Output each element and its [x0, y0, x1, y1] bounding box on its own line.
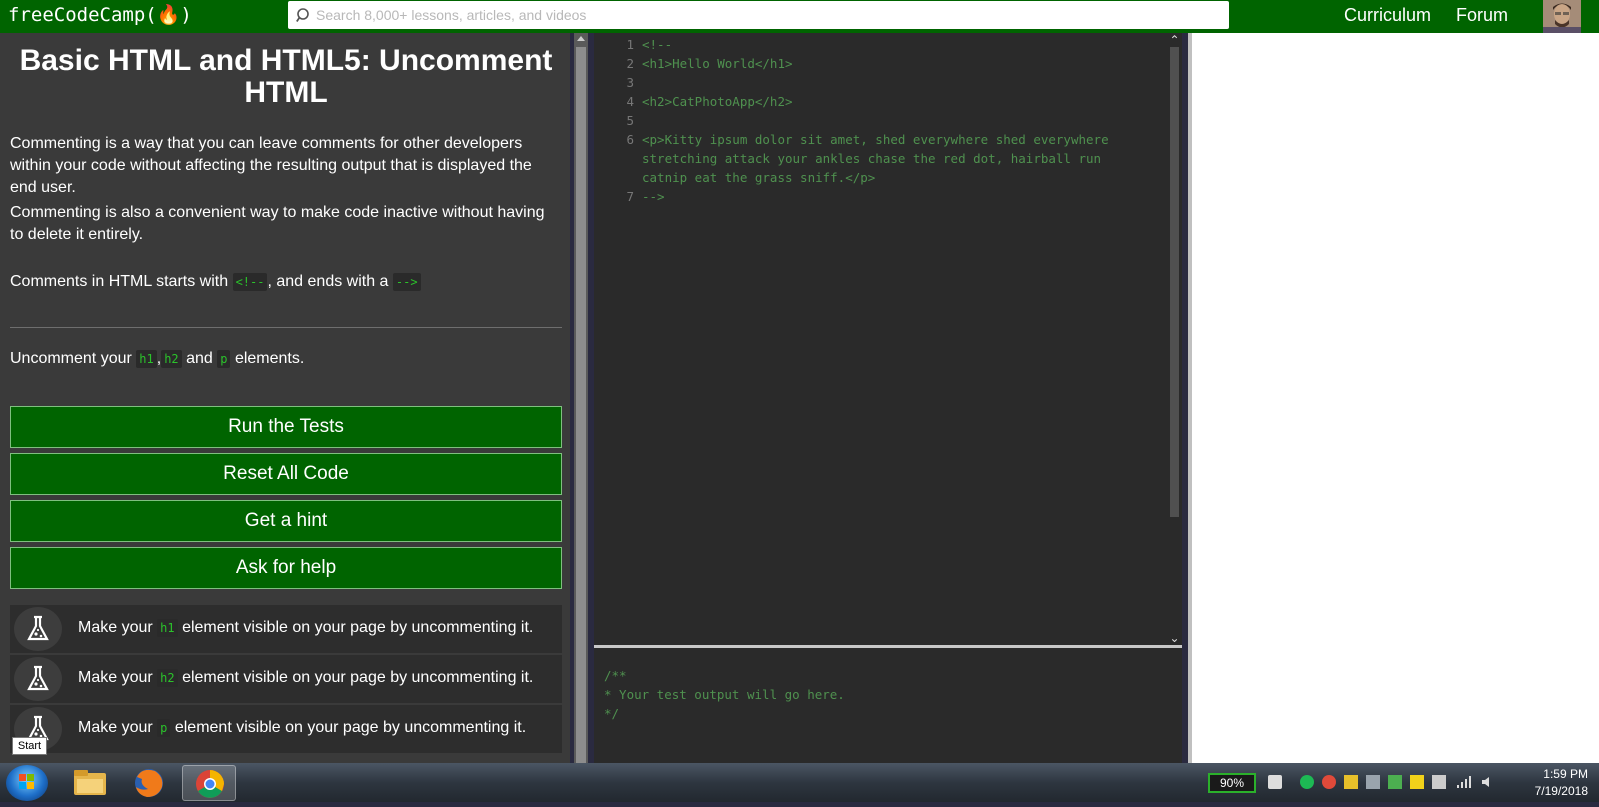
test-code: h1: [157, 619, 178, 637]
power-plug-icon[interactable]: [1268, 775, 1282, 789]
test-output-panel: /** * Your test output will go here. */: [594, 648, 1182, 763]
signal-strength-icon[interactable]: [1456, 775, 1472, 789]
output-line: */: [604, 706, 620, 721]
editor-scrollbar-thumb[interactable]: [1170, 47, 1179, 517]
line-number: 2: [626, 56, 634, 71]
section-divider: [10, 327, 562, 328]
line-code[interactable]: catnip eat the grass sniff.</p>: [642, 168, 875, 187]
user-avatar-image: [1543, 0, 1581, 33]
run-tests-button[interactable]: Run the Tests: [10, 406, 562, 448]
system-tray: 90% 1:59 PM 7/19/2018: [1192, 763, 1599, 802]
test-item: Make your h1 element visible on your pag…: [10, 605, 562, 653]
test-text: Make your h2 element visible on your pag…: [78, 669, 533, 687]
green-circle-icon[interactable]: [1300, 775, 1314, 789]
line-code[interactable]: -->: [642, 187, 665, 206]
code-open-comment: <!--: [232, 273, 268, 291]
test-code: p: [157, 719, 171, 737]
line-code[interactable]: <!--: [642, 35, 672, 54]
test-suffix: element visible on your page by uncommen…: [182, 669, 534, 686]
challenge-instruction: Uncomment your h1, h2 and p elements.: [10, 348, 562, 370]
test-prefix: Make your: [78, 669, 153, 686]
nav-link-forum[interactable]: Forum: [1456, 5, 1508, 26]
line-code[interactable]: <h1>Hello World</h1>: [642, 54, 793, 73]
line-number: 3: [626, 75, 634, 90]
scrollbar-thumb[interactable]: [576, 47, 586, 763]
search-input[interactable]: [316, 2, 1216, 28]
firefox-icon[interactable]: [122, 765, 176, 801]
code-editor[interactable]: 1 <!-- 2 <h1>Hello World</h1> 3 4 <h2>CatPh…: [594, 33, 1182, 645]
ask-for-help-button[interactable]: Ask for help: [10, 547, 562, 589]
description-paragraph-1: Commenting is a way that you can leave c…: [10, 135, 532, 196]
windows-start-icon[interactable]: [6, 765, 48, 801]
start-tooltip: Start: [12, 737, 47, 755]
file-explorer-icon[interactable]: [62, 765, 116, 801]
comments-note-prefix: Comments in HTML starts with: [10, 273, 229, 290]
battery-indicator[interactable]: 90%: [1208, 773, 1256, 793]
challenge-description-panel: Basic HTML and HTML5: Uncomment HTML Com…: [0, 33, 570, 763]
line-code[interactable]: stretching attack your ankles chase the …: [642, 149, 1101, 168]
code-h2: h2: [161, 350, 182, 368]
chrome-icon[interactable]: [182, 765, 236, 801]
panel-scrollbar[interactable]: [574, 33, 588, 763]
clock-time[interactable]: 1:59 PM: [1528, 767, 1588, 781]
chevron-down-icon[interactable]: ⌄: [1167, 632, 1182, 644]
code-close-comment: -->: [392, 273, 421, 291]
test-text: Make your p element visible on your page…: [78, 719, 526, 737]
test-prefix: Make your: [78, 719, 153, 736]
search-bar[interactable]: [288, 1, 1229, 29]
comments-note: Comments in HTML starts with <!--, and e…: [10, 271, 562, 293]
code-p: p: [217, 350, 231, 368]
test-item: Make your p element visible on your page…: [10, 705, 562, 753]
volume-icon[interactable]: [1480, 775, 1494, 789]
clock-date[interactable]: 7/19/2018: [1522, 784, 1588, 798]
test-beaker-icon: [14, 607, 62, 651]
preview-pane[interactable]: [1188, 33, 1599, 763]
user-avatar[interactable]: [1543, 0, 1581, 33]
instruction-suffix: elements.: [234, 350, 305, 367]
description-paragraph-2: Commenting is also a convenient way to m…: [10, 204, 545, 243]
shield-icon[interactable]: [1344, 775, 1358, 789]
test-prefix: Make your: [78, 619, 153, 636]
comments-note-middle: , and ends with a: [267, 273, 389, 290]
test-suffix: element visible on your page by uncommen…: [174, 719, 527, 736]
scroll-up-arrow-icon[interactable]: [577, 36, 585, 41]
code-h1: h1: [136, 350, 157, 368]
line-code[interactable]: <p>Kitty ipsum dolor sit amet, shed ever…: [642, 130, 1109, 149]
windows-taskbar: 90% 1:59 PM 7/19/2018: [0, 763, 1599, 802]
nav-link-curriculum[interactable]: Curriculum: [1344, 5, 1431, 26]
challenge-title: Basic HTML and HTML5: Uncomment HTML: [19, 44, 553, 109]
test-suffix: element visible on your page by uncommen…: [182, 619, 534, 636]
line-code[interactable]: <h2>CatPhotoApp</h2>: [642, 92, 793, 111]
line-number: 5: [626, 113, 634, 128]
chevron-up-icon[interactable]: ⌃: [1167, 34, 1182, 46]
test-beaker-icon: [14, 657, 62, 701]
line-number: 6: [626, 132, 634, 147]
output-line: /**: [604, 668, 627, 683]
security-check-icon[interactable]: [1388, 775, 1402, 789]
volume-device-icon[interactable]: [1366, 775, 1380, 789]
usb-drive-icon[interactable]: [1410, 775, 1424, 789]
line-number: 1: [626, 37, 634, 52]
editor-scrollbar[interactable]: [1167, 33, 1182, 645]
test-item: Make your h2 element visible on your pag…: [10, 655, 562, 703]
line-number: 4: [626, 94, 634, 109]
test-code: h2: [157, 669, 178, 687]
output-line: * Your test output will go here.: [604, 687, 845, 702]
test-text: Make your h1 element visible on your pag…: [78, 619, 533, 637]
freecodecamp-logo[interactable]: freeCodeCamp(🔥): [8, 3, 192, 27]
line-number: 7: [626, 189, 634, 204]
top-navbar: freeCodeCamp(🔥) Curriculum Forum: [0, 0, 1599, 33]
get-hint-button[interactable]: Get a hint: [10, 500, 562, 542]
instruction-prefix: Uncomment your: [10, 350, 132, 367]
chrome-tray-icon[interactable]: [1322, 775, 1336, 789]
network-adapter-icon[interactable]: [1432, 775, 1446, 789]
search-icon: [296, 8, 309, 23]
reset-code-button[interactable]: Reset All Code: [10, 453, 562, 495]
instruction-sep-2: and: [186, 350, 213, 367]
